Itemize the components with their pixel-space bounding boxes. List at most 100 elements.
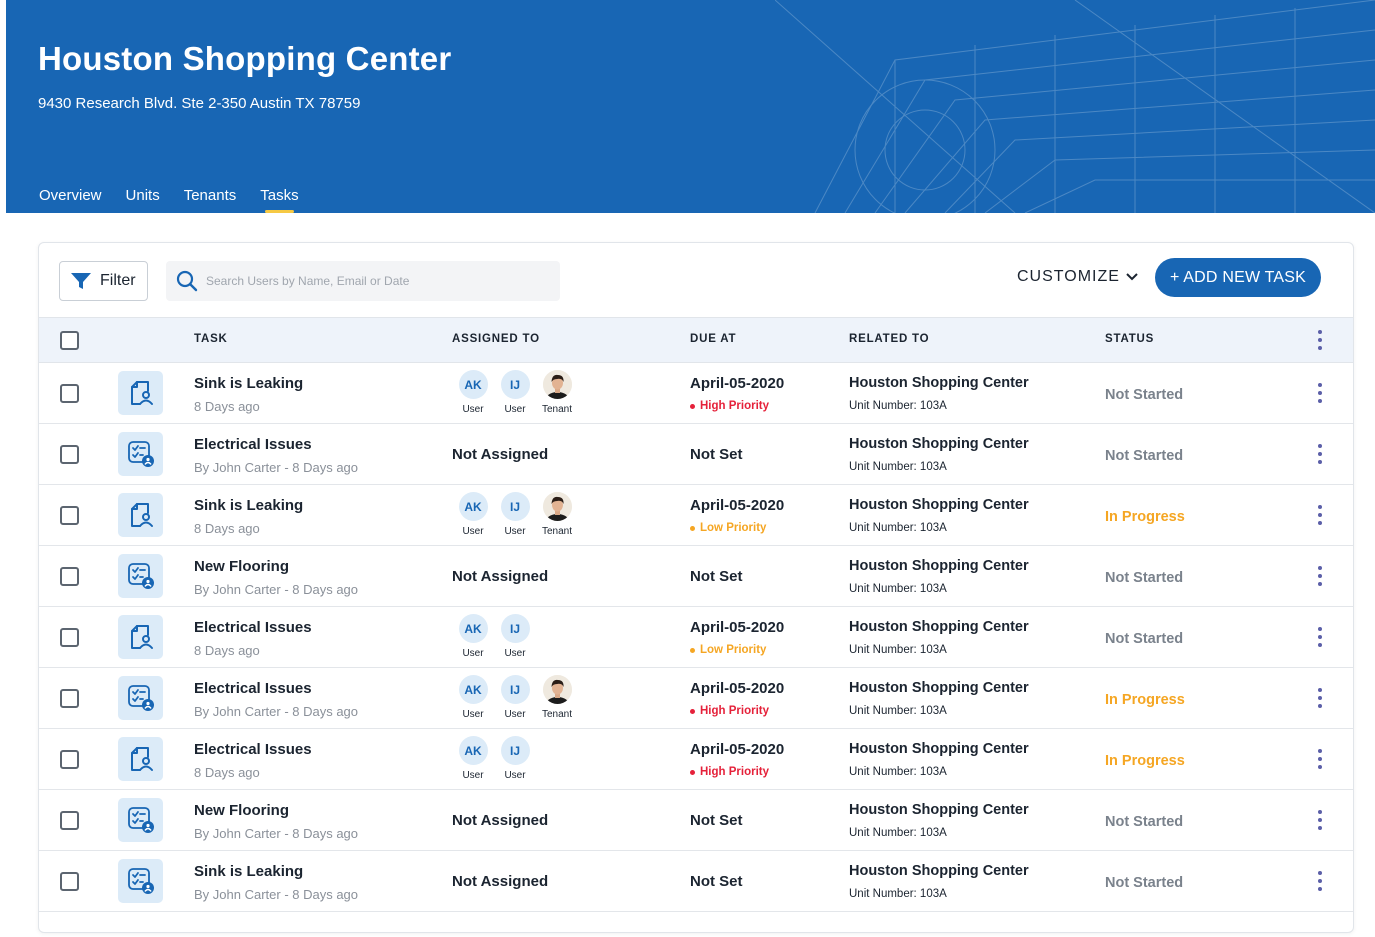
assignee[interactable]: IJ User	[494, 614, 536, 659]
select-all-checkbox[interactable]	[60, 331, 79, 350]
tab-bar: Overview Units Tenants Tasks	[39, 187, 323, 213]
checklist-user-icon	[118, 432, 163, 476]
related-property[interactable]: Houston Shopping Center	[849, 741, 1029, 757]
assignee[interactable]: Tenant	[536, 492, 578, 537]
row-options-icon[interactable]	[1315, 749, 1325, 771]
assignee-role: User	[504, 526, 526, 537]
task-title[interactable]: New Flooring	[194, 802, 289, 819]
assignee[interactable]: IJ User	[494, 736, 536, 781]
assignee[interactable]: IJ User	[494, 370, 536, 415]
related-property[interactable]: Houston Shopping Center	[849, 680, 1029, 696]
related-property[interactable]: Houston Shopping Center	[849, 558, 1029, 574]
assignee-role: User	[504, 404, 526, 415]
task-title[interactable]: Sink is Leaking	[194, 497, 303, 514]
priority-label: Low Priority	[700, 522, 767, 534]
task-subtitle: By John Carter - 8 Days ago	[194, 460, 359, 475]
not-assigned-text: Not Assigned	[452, 446, 549, 463]
column-status[interactable]: STATUS	[1105, 333, 1154, 345]
avatar: IJ	[500, 614, 530, 643]
assignee[interactable]: IJ User	[494, 675, 536, 720]
tab-units[interactable]: Units	[126, 187, 160, 213]
assignee-role: User	[504, 709, 526, 720]
priority-dot-icon	[690, 647, 695, 653]
search-input[interactable]	[206, 274, 536, 288]
customize-label: CUSTOMIZE	[1017, 268, 1120, 285]
row-checkbox[interactable]	[60, 384, 79, 403]
column-task[interactable]: TASK	[194, 333, 228, 345]
chevron-down-icon	[1126, 273, 1138, 281]
row-checkbox[interactable]	[60, 628, 79, 647]
row-checkbox[interactable]	[60, 811, 79, 830]
document-user-icon	[118, 737, 163, 781]
assignee[interactable]: AK User	[452, 614, 494, 659]
task-title[interactable]: Electrical Issues	[194, 680, 312, 697]
assignee[interactable]: Tenant	[536, 370, 578, 415]
table-row: New Flooring By John Carter - 8 Days ago N…	[39, 790, 1353, 851]
column-related-to[interactable]: RELATED TO	[849, 333, 929, 345]
row-options-icon[interactable]	[1315, 505, 1325, 527]
row-checkbox[interactable]	[60, 567, 79, 586]
task-title[interactable]: Electrical Issues	[194, 436, 312, 453]
related-property[interactable]: Houston Shopping Center	[849, 802, 1029, 818]
row-checkbox[interactable]	[60, 872, 79, 891]
avatar: AK	[458, 614, 488, 643]
filter-label: Filter	[100, 272, 136, 289]
tab-overview[interactable]: Overview	[39, 187, 102, 213]
assignee-role: User	[462, 648, 484, 659]
related-property[interactable]: Houston Shopping Center	[849, 619, 1029, 635]
search-icon	[176, 270, 198, 292]
customize-dropdown[interactable]: CUSTOMIZE	[1017, 268, 1138, 286]
tab-tasks[interactable]: Tasks	[260, 187, 299, 213]
column-due-at[interactable]: DUE AT	[690, 333, 736, 345]
task-title[interactable]: Electrical Issues	[194, 741, 312, 758]
row-options-icon[interactable]	[1315, 871, 1325, 893]
table-row: New Flooring By John Carter - 8 Days ago N…	[39, 546, 1353, 607]
row-checkbox[interactable]	[60, 445, 79, 464]
task-title[interactable]: New Flooring	[194, 558, 289, 575]
assignee[interactable]: Tenant	[536, 675, 578, 720]
row-options-icon[interactable]	[1315, 688, 1325, 710]
assignee[interactable]: AK User	[452, 370, 494, 415]
row-options-icon[interactable]	[1315, 627, 1325, 649]
search-box[interactable]	[166, 261, 560, 301]
assignee[interactable]: AK User	[452, 736, 494, 781]
avatar: IJ	[500, 492, 530, 521]
assignee[interactable]: IJ User	[494, 492, 536, 537]
filter-icon	[71, 273, 91, 289]
due-date: Not Set	[690, 446, 743, 463]
row-options-icon[interactable]	[1315, 444, 1325, 466]
checklist-user-icon	[118, 859, 163, 903]
filter-button[interactable]: Filter	[59, 261, 148, 301]
priority-badge: Low Priority	[690, 522, 766, 534]
status-label: Not Started	[1105, 631, 1184, 647]
related-property[interactable]: Houston Shopping Center	[849, 863, 1029, 879]
add-new-task-button[interactable]: + ADD NEW TASK	[1155, 258, 1321, 297]
avatar: AK	[458, 675, 488, 704]
task-title[interactable]: Electrical Issues	[194, 619, 312, 636]
assignee-list: AK User IJ User Tenant	[452, 492, 578, 537]
page-title: Houston Shopping Center	[38, 40, 452, 77]
column-options-icon[interactable]	[1315, 330, 1325, 352]
row-options-icon[interactable]	[1315, 383, 1325, 405]
row-checkbox[interactable]	[60, 506, 79, 525]
row-checkbox[interactable]	[60, 750, 79, 769]
row-checkbox[interactable]	[60, 689, 79, 708]
related-property[interactable]: Houston Shopping Center	[849, 436, 1029, 452]
related-property[interactable]: Houston Shopping Center	[849, 497, 1029, 513]
tenant-avatar	[542, 675, 572, 704]
task-title[interactable]: Sink is Leaking	[194, 375, 303, 392]
document-user-icon	[118, 615, 163, 659]
related-property[interactable]: Houston Shopping Center	[849, 375, 1029, 391]
unit-number: Unit Number: 103A	[849, 644, 947, 656]
task-title[interactable]: Sink is Leaking	[194, 863, 303, 880]
assignee[interactable]: AK User	[452, 492, 494, 537]
assignee-role: User	[462, 404, 484, 415]
priority-badge: High Priority	[690, 766, 769, 778]
assignee[interactable]: AK User	[452, 675, 494, 720]
tab-tenants[interactable]: Tenants	[184, 187, 237, 213]
priority-badge: Low Priority	[690, 644, 766, 656]
table-row: Sink is Leaking By John Carter - 8 Days a…	[39, 851, 1353, 912]
row-options-icon[interactable]	[1315, 566, 1325, 588]
column-assigned-to[interactable]: ASSIGNED TO	[452, 333, 540, 345]
row-options-icon[interactable]	[1315, 810, 1325, 832]
